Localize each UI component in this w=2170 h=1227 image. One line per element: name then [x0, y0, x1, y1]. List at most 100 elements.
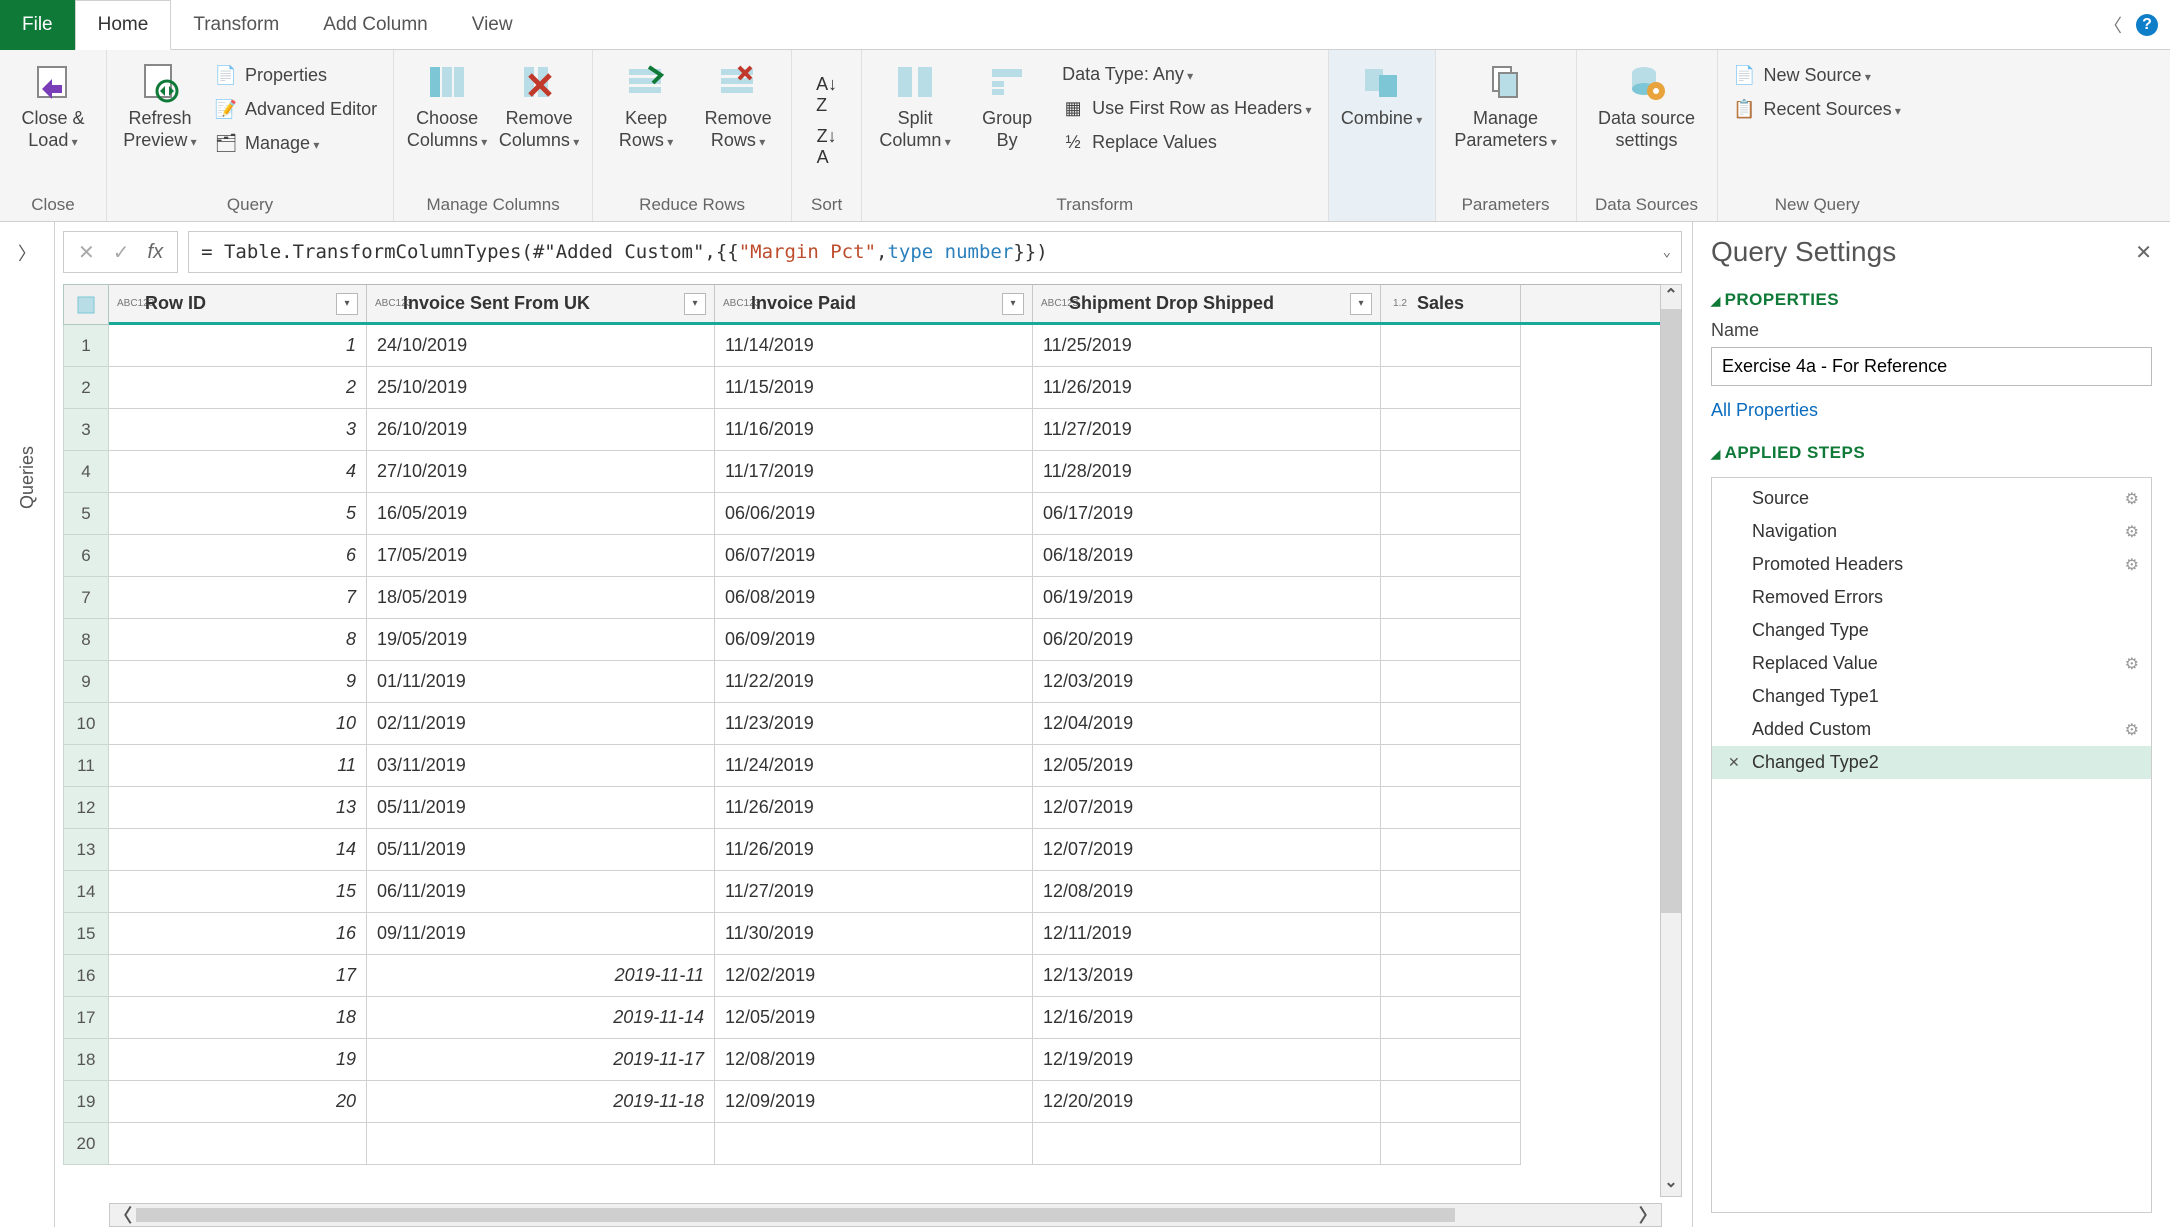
- formula-bar[interactable]: = Table.TransformColumnTypes(#"Added Cus…: [188, 231, 1682, 273]
- cell[interactable]: 19: [109, 1039, 367, 1081]
- first-row-headers-button[interactable]: ▦Use First Row as Headers: [1056, 95, 1317, 121]
- cell[interactable]: 17/05/2019: [367, 535, 715, 577]
- cell[interactable]: [1381, 997, 1521, 1039]
- table-row[interactable]: 427/10/201911/17/201911/28/2019: [109, 451, 1682, 493]
- table-row[interactable]: 718/05/201906/08/201906/19/2019: [109, 577, 1682, 619]
- applied-step[interactable]: Changed Type1: [1712, 680, 2151, 713]
- cell[interactable]: 12/02/2019: [715, 955, 1033, 997]
- sort-asc-button[interactable]: A↓Z: [816, 74, 837, 116]
- column-header-1[interactable]: ABC123Invoice Sent From UK▾: [367, 285, 715, 322]
- collapse-ribbon-icon[interactable]: 〈: [2104, 12, 2122, 38]
- remove-rows-button[interactable]: Remove Rows: [695, 56, 781, 151]
- cell[interactable]: 16: [109, 913, 367, 955]
- row-number[interactable]: 20: [63, 1123, 109, 1165]
- cell[interactable]: 3: [109, 409, 367, 451]
- row-number[interactable]: 9: [63, 661, 109, 703]
- formula-expand-icon[interactable]: ⌄: [1663, 244, 1671, 260]
- table-row[interactable]: 192019-11-1712/08/201912/19/2019: [109, 1039, 1682, 1081]
- cell[interactable]: 16/05/2019: [367, 493, 715, 535]
- cell[interactable]: 06/11/2019: [367, 871, 715, 913]
- cell[interactable]: 26/10/2019: [367, 409, 715, 451]
- gear-icon[interactable]: ⚙: [2125, 654, 2139, 674]
- cell[interactable]: 05/11/2019: [367, 787, 715, 829]
- query-name-input[interactable]: [1711, 347, 2152, 386]
- scroll-left-icon[interactable]: 〈: [110, 1202, 136, 1227]
- vscroll-thumb[interactable]: [1661, 309, 1681, 913]
- column-header-3[interactable]: ABC123Shipment Drop Shipped▾: [1033, 285, 1381, 322]
- table-row[interactable]: 1305/11/201911/26/201912/07/2019: [109, 787, 1682, 829]
- advanced-editor-button[interactable]: 📝Advanced Editor: [209, 96, 383, 122]
- cell[interactable]: 11/15/2019: [715, 367, 1033, 409]
- cell[interactable]: 14: [109, 829, 367, 871]
- cell[interactable]: [1381, 787, 1521, 829]
- combine-button[interactable]: Combine: [1339, 56, 1425, 130]
- cell[interactable]: 06/08/2019: [715, 577, 1033, 619]
- cell[interactable]: 12/11/2019: [1033, 913, 1381, 955]
- table-row[interactable]: 1506/11/201911/27/201912/08/2019: [109, 871, 1682, 913]
- scroll-up-icon[interactable]: ⌃: [1661, 285, 1681, 309]
- data-type-button[interactable]: Data Type: Any: [1056, 62, 1317, 87]
- row-number[interactable]: 6: [63, 535, 109, 577]
- cell[interactable]: 12/08/2019: [715, 1039, 1033, 1081]
- cell[interactable]: 12/20/2019: [1033, 1081, 1381, 1123]
- cell[interactable]: 09/11/2019: [367, 913, 715, 955]
- row-number[interactable]: 19: [63, 1081, 109, 1123]
- table-row[interactable]: 225/10/201911/15/201911/26/2019: [109, 367, 1682, 409]
- cell[interactable]: 11/22/2019: [715, 661, 1033, 703]
- cell[interactable]: 11/28/2019: [1033, 451, 1381, 493]
- cell[interactable]: [1381, 577, 1521, 619]
- column-filter-icon[interactable]: ▾: [684, 293, 706, 315]
- type-indicator[interactable]: 1.2: [1389, 299, 1411, 309]
- choose-columns-button[interactable]: Choose Columns: [404, 56, 490, 151]
- cell[interactable]: [1381, 913, 1521, 955]
- cell[interactable]: 27/10/2019: [367, 451, 715, 493]
- table-row[interactable]: 819/05/201906/09/201906/20/2019: [109, 619, 1682, 661]
- row-number[interactable]: 1: [63, 325, 109, 367]
- table-row[interactable]: 124/10/201911/14/201911/25/2019: [109, 325, 1682, 367]
- cell[interactable]: 12/04/2019: [1033, 703, 1381, 745]
- cell[interactable]: 11/16/2019: [715, 409, 1033, 451]
- cell[interactable]: 11/14/2019: [715, 325, 1033, 367]
- cell[interactable]: 12/05/2019: [715, 997, 1033, 1039]
- table-row[interactable]: 617/05/201906/07/201906/18/2019: [109, 535, 1682, 577]
- cell[interactable]: 11/27/2019: [1033, 409, 1381, 451]
- table-row[interactable]: [109, 1123, 1682, 1165]
- tab-view[interactable]: View: [450, 0, 535, 50]
- cell[interactable]: 06/19/2019: [1033, 577, 1381, 619]
- cell[interactable]: [1381, 745, 1521, 787]
- gear-icon[interactable]: ⚙: [2125, 522, 2139, 542]
- tab-file[interactable]: File: [0, 0, 75, 50]
- cell[interactable]: 12/07/2019: [1033, 787, 1381, 829]
- cell[interactable]: 11/25/2019: [1033, 325, 1381, 367]
- cell[interactable]: 10: [109, 703, 367, 745]
- gear-icon[interactable]: ⚙: [2125, 720, 2139, 740]
- tab-home[interactable]: Home: [75, 0, 172, 50]
- table-row[interactable]: 326/10/201911/16/201911/27/2019: [109, 409, 1682, 451]
- cell[interactable]: 2019-11-11: [367, 955, 715, 997]
- cell[interactable]: [1381, 451, 1521, 493]
- remove-columns-button[interactable]: Remove Columns: [496, 56, 582, 151]
- replace-values-button[interactable]: ½Replace Values: [1056, 129, 1317, 155]
- cell[interactable]: [715, 1123, 1033, 1165]
- scroll-right-icon[interactable]: 〉: [1635, 1202, 1661, 1227]
- applied-step[interactable]: Replaced Value⚙: [1712, 647, 2151, 680]
- row-number[interactable]: 13: [63, 829, 109, 871]
- cell[interactable]: 18: [109, 997, 367, 1039]
- cell[interactable]: 12/13/2019: [1033, 955, 1381, 997]
- help-icon[interactable]: ?: [2136, 14, 2158, 36]
- cell[interactable]: 18/05/2019: [367, 577, 715, 619]
- column-filter-icon[interactable]: ▾: [1350, 293, 1372, 315]
- applied-step[interactable]: Changed Type: [1712, 614, 2151, 647]
- cell[interactable]: 05/11/2019: [367, 829, 715, 871]
- cell[interactable]: 06/17/2019: [1033, 493, 1381, 535]
- keep-rows-button[interactable]: Keep Rows: [603, 56, 689, 151]
- cell[interactable]: 11/23/2019: [715, 703, 1033, 745]
- split-column-button[interactable]: Split Column: [872, 56, 958, 151]
- cell[interactable]: 12/08/2019: [1033, 871, 1381, 913]
- applied-step[interactable]: Removed Errors: [1712, 581, 2151, 614]
- cell[interactable]: 2019-11-14: [367, 997, 715, 1039]
- row-number[interactable]: 14: [63, 871, 109, 913]
- cell[interactable]: [1381, 1123, 1521, 1165]
- cell[interactable]: [1381, 1081, 1521, 1123]
- cell[interactable]: 12/03/2019: [1033, 661, 1381, 703]
